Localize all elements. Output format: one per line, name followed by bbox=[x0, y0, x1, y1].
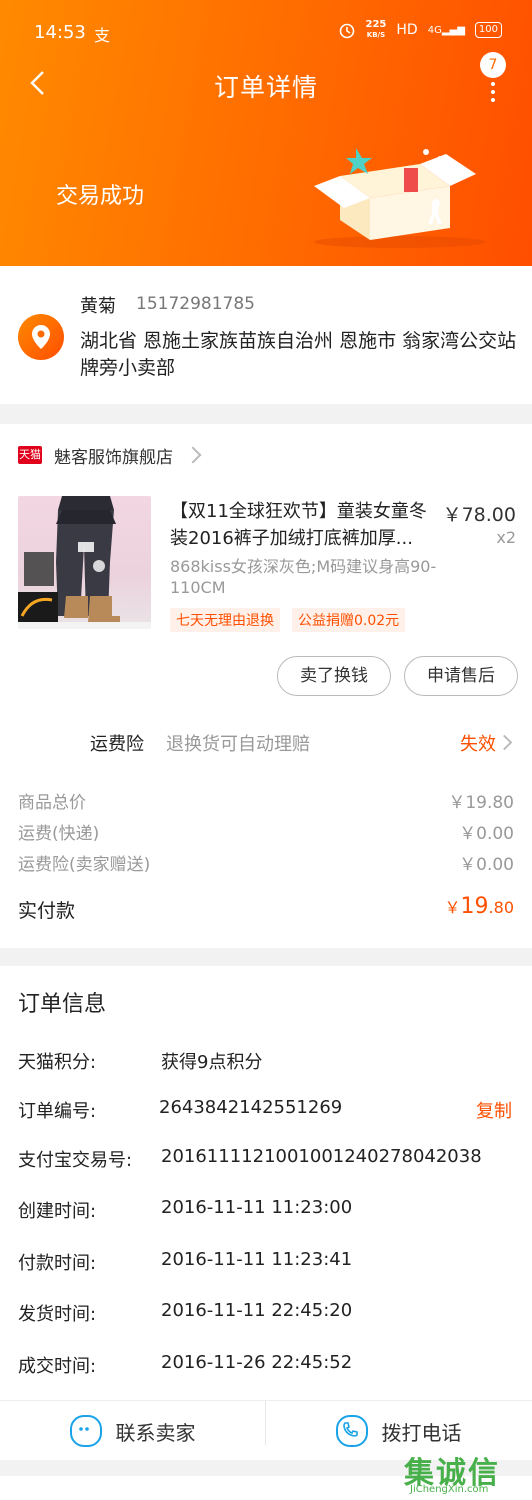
recipient-address: 湖北省 恩施土家族苗族自治州 恩施市 翁家湾公交站牌旁小卖部 bbox=[80, 330, 517, 379]
recipient-phone: 15172981785 bbox=[136, 294, 255, 314]
price-label: 运费险(卖家赠送) bbox=[18, 855, 151, 875]
sell-item-button[interactable]: 卖了换钱 bbox=[277, 656, 391, 696]
page-title: 订单详情 bbox=[213, 73, 318, 102]
order-status-text: 交易成功 bbox=[56, 184, 145, 209]
chevron-right-icon bbox=[496, 734, 513, 751]
product-quantity: x2 bbox=[496, 528, 516, 547]
amount-paid-row: 实付款 ￥19.80 bbox=[18, 894, 516, 923]
call-phone-label: 拨打电话 bbox=[381, 1420, 462, 1445]
shop-name: 魅客服饰旗舰店 bbox=[54, 447, 173, 468]
watermark-logo: 集诚信 JiChengXin.com bbox=[404, 1448, 524, 1498]
open-box-illustration bbox=[314, 148, 486, 248]
info-label: 订单编号: bbox=[18, 1101, 97, 1122]
copy-order-id-button[interactable]: 复制 bbox=[476, 1097, 512, 1123]
product-price: ￥78.00 bbox=[442, 504, 516, 526]
message-count-badge: 7 bbox=[480, 52, 506, 78]
contact-seller-label: 联系卖家 bbox=[115, 1420, 196, 1445]
header: 14:53 支 225 KB/S HD 4G▂▄▆ 100 订单详情 7 交易成功 bbox=[0, 0, 532, 266]
more-menu-button[interactable]: 7 bbox=[478, 52, 514, 102]
order-info-card: 订单信息 天猫积分: 获得9点积分 订单编号: 2643842142551269… bbox=[0, 966, 532, 1460]
status-time: 14:53 bbox=[34, 22, 86, 43]
service-tags: 七天无理由退换 公益捐赠0.02元 bbox=[170, 608, 406, 632]
price-row-shipping: 运费(快递) ￥0.00 bbox=[18, 819, 516, 844]
info-label: 天猫积分: bbox=[18, 1052, 97, 1073]
more-dots-icon bbox=[491, 82, 495, 106]
chevron-right-icon bbox=[184, 446, 202, 464]
insurance-desc: 退换货可自动理赔 bbox=[166, 734, 310, 755]
shipping-insurance-row[interactable]: 运费险 退换货可自动理赔 失效 bbox=[0, 720, 532, 764]
order-info-title: 订单信息 bbox=[18, 992, 107, 1017]
info-label: 成交时间: bbox=[18, 1356, 97, 1377]
watermark-sub: JiChengXin.com bbox=[410, 1484, 489, 1495]
info-value: 2016-11-11 11:23:00 bbox=[161, 1197, 353, 1218]
info-value: 获得9点积分 bbox=[161, 1052, 263, 1073]
contact-seller-button[interactable]: 联系卖家 bbox=[0, 1401, 265, 1461]
status-bar: 14:53 支 225 KB/S HD 4G▂▄▆ 100 bbox=[0, 0, 532, 64]
battery-icon: 100 bbox=[474, 22, 502, 38]
amount-paid-label: 实付款 bbox=[18, 900, 76, 922]
price-value: ￥19.80 bbox=[448, 793, 514, 813]
price-value: ￥0.00 bbox=[459, 855, 514, 875]
info-label: 付款时间: bbox=[18, 1253, 97, 1274]
info-value: 2016-11-26 22:45:52 bbox=[161, 1352, 353, 1373]
insurance-status: 失效 bbox=[460, 734, 496, 755]
alarm-icon bbox=[339, 23, 354, 39]
nav-bar: 订单详情 7 bbox=[0, 52, 532, 106]
price-value: ￥0.00 bbox=[459, 824, 514, 844]
tag-return-policy: 七天无理由退换 bbox=[170, 608, 280, 632]
amount-paid-value: ￥19.80 bbox=[444, 894, 514, 919]
price-row-subtotal: 商品总价 ￥19.80 bbox=[18, 788, 516, 813]
signal-icon: 4G▂▄▆ bbox=[427, 24, 465, 36]
alipay-notification-icon: 支 bbox=[94, 26, 111, 45]
info-label: 支付宝交易号: bbox=[18, 1150, 133, 1171]
info-value: 2016-11-11 22:45:20 bbox=[161, 1300, 353, 1321]
info-value: 2016111121001001240278042038 bbox=[161, 1146, 482, 1167]
recipient-name: 黄菊 bbox=[80, 296, 116, 317]
product-title[interactable]: 【双11全球狂欢节】童装女童冬装2016裤子加绒打底裤加厚... bbox=[170, 498, 442, 552]
insurance-label: 运费险 bbox=[90, 734, 144, 755]
shop-link[interactable]: 天猫 魅客服饰旗舰店 bbox=[18, 442, 202, 468]
hd-indicator: HD bbox=[396, 22, 418, 38]
info-value: 2643842142551269 bbox=[159, 1097, 343, 1118]
net-speed: 225 KB/S bbox=[365, 19, 387, 40]
phone-icon bbox=[335, 1415, 368, 1447]
price-row-insurance: 运费险(卖家赠送) ￥0.00 bbox=[18, 850, 516, 875]
order-item-card: 天猫 魅客服饰旗舰店 【双11全球狂欢节】童装女童冬装2016裤子加绒打底裤加厚… bbox=[0, 424, 532, 948]
info-value: 2016-11-11 11:23:41 bbox=[161, 1249, 353, 1270]
info-label: 发货时间: bbox=[18, 1304, 97, 1325]
price-label: 商品总价 bbox=[18, 793, 86, 813]
chat-icon bbox=[69, 1415, 102, 1447]
status-icons: 225 KB/S HD 4G▂▄▆ 100 bbox=[338, 20, 502, 40]
product-sku: 868kiss女孩深灰色;M码建议身高90-110CM bbox=[170, 557, 437, 597]
shipping-address-card: 黄菊 15172981785 湖北省 恩施土家族苗族自治州 恩施市 翁家湾公交站… bbox=[0, 266, 532, 404]
price-label: 运费(快递) bbox=[18, 824, 100, 844]
tag-charity: 公益捐赠0.02元 bbox=[292, 608, 406, 632]
location-pin-icon bbox=[18, 314, 64, 360]
product-thumbnail[interactable] bbox=[18, 496, 151, 629]
after-sale-button[interactable]: 申请售后 bbox=[404, 656, 518, 696]
info-label: 创建时间: bbox=[18, 1201, 97, 1222]
tmall-logo-icon: 天猫 bbox=[18, 446, 42, 464]
